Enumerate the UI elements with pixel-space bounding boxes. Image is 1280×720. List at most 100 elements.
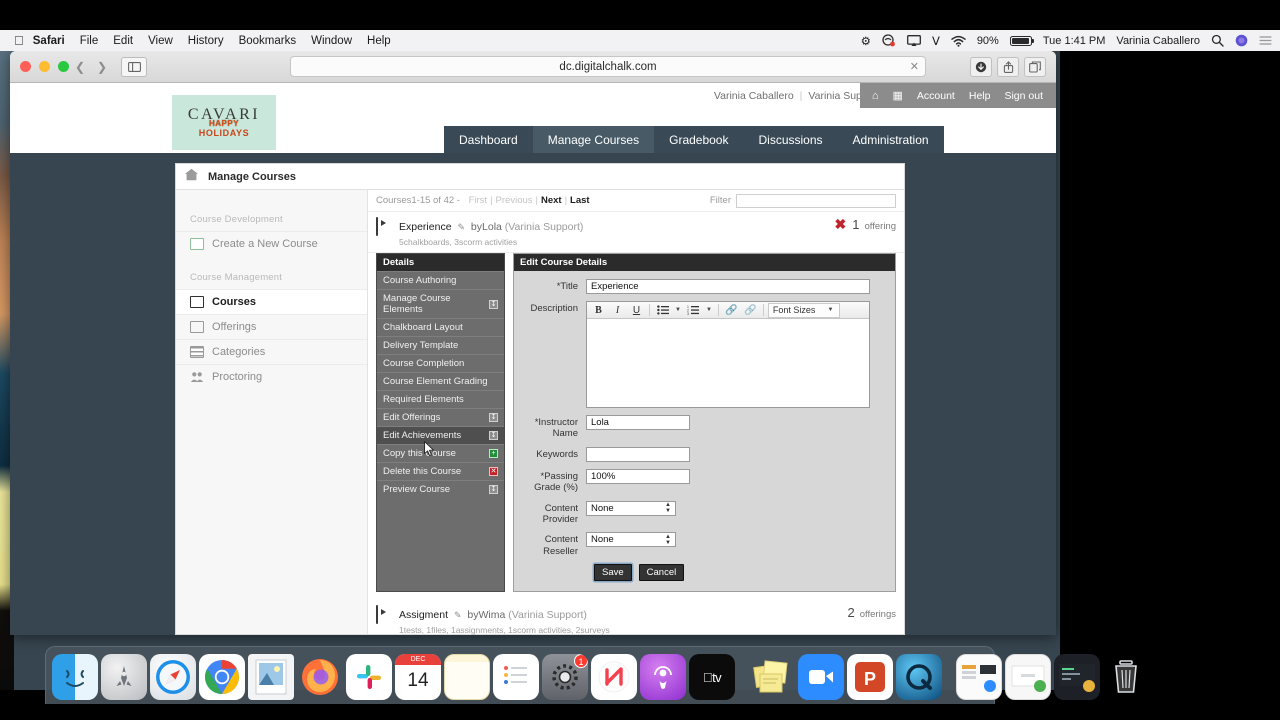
apple-menu-icon[interactable]:  (14, 34, 24, 47)
menu-item-preview-course[interactable]: Preview Course ↧ (377, 480, 504, 498)
dock-item-finder[interactable] (52, 654, 98, 700)
macos-menu-bar[interactable]:  Safari File Edit View History Bookmark… (0, 30, 1280, 51)
account-link[interactable]: Account (917, 90, 955, 102)
site-logo[interactable]: CAVARI HAPPY HOLIDAYS (172, 95, 276, 150)
dropbox-icon[interactable] (882, 34, 896, 47)
cancel-button[interactable]: Cancel (638, 564, 685, 582)
chevron-down-icon[interactable]: ▼ (704, 307, 714, 313)
keywords-input[interactable] (586, 446, 690, 462)
font-sizes-select[interactable]: Font Sizes ▼ (767, 302, 841, 318)
menu-item-course-completion[interactable]: Course Completion (377, 354, 504, 372)
clock-label[interactable]: Tue 1:41 PM (1043, 35, 1106, 47)
home-icon[interactable] (184, 168, 199, 186)
dock-item-calendar[interactable]: DEC 14 (395, 654, 441, 700)
menu-item-window[interactable]: Window (311, 35, 352, 47)
dock-item-launchpad[interactable] (101, 654, 147, 700)
nav-gradebook[interactable]: Gradebook (654, 126, 743, 153)
sidebar-item-create-a-new-course[interactable]: Create a New Course (176, 231, 367, 256)
menu-item-delivery-template[interactable]: Delivery Template (377, 336, 504, 354)
table-row[interactable]: Experience ✎ byLola (Varinia Support) 5c… (368, 212, 904, 254)
nav-administration[interactable]: Administration (838, 126, 944, 153)
dock-item-podcasts[interactable] (640, 654, 686, 700)
menu-item-edit-achievements[interactable]: Edit Achievements ↧ (377, 426, 504, 445)
course-name[interactable]: Experience (399, 221, 452, 233)
sidebar-item-categories[interactable]: Categories (176, 339, 367, 364)
sign-out-link[interactable]: Sign out (1004, 90, 1043, 102)
dock-item-chrome[interactable] (199, 654, 245, 700)
menu-item-edit-offerings[interactable]: Edit Offerings ↧ (377, 408, 504, 426)
menu-item-copy-this-course[interactable]: Copy this Course + (377, 444, 504, 462)
dock-item-slack[interactable] (346, 654, 392, 700)
dock-item-news[interactable] (591, 654, 637, 700)
pager-next[interactable]: Next (541, 195, 562, 206)
menu-item-file[interactable]: File (80, 35, 99, 47)
minimize-window-button[interactable] (39, 61, 50, 72)
menu-item-safari[interactable]: Safari (33, 35, 65, 47)
menu-item-bookmarks[interactable]: Bookmarks (239, 35, 297, 47)
menubar-user-label[interactable]: Varinia Caballero (1116, 35, 1200, 47)
instructor-input[interactable]: Lola (586, 415, 690, 431)
content-provider-select[interactable]: None ▲ ▼ (586, 500, 676, 516)
menu-item-view[interactable]: View (148, 35, 173, 47)
edit-pencil-icon[interactable]: ✎ (454, 610, 462, 620)
gear-icon[interactable]: ⚙ (861, 34, 871, 48)
menu-item-required-elements[interactable]: Required Elements (377, 390, 504, 408)
share-icon[interactable] (997, 56, 1019, 77)
home-icon[interactable]: ⌂ (872, 90, 879, 102)
pager-last[interactable]: Last (570, 195, 590, 206)
sidebar-toggle-button[interactable] (121, 56, 147, 77)
downloads-icon[interactable] (970, 56, 992, 77)
passing-grade-input[interactable]: 100% (586, 468, 690, 484)
edit-pencil-icon[interactable]: ✎ (457, 222, 465, 232)
close-icon[interactable]: ✖ (835, 217, 847, 231)
close-window-button[interactable] (20, 61, 31, 72)
bullet-list-icon[interactable] (654, 303, 671, 318)
dock-item-notes[interactable] (444, 654, 490, 700)
dock-item-minimized-window-1[interactable] (956, 654, 1002, 700)
dock-item-powerpoint[interactable]: P (847, 654, 893, 700)
forward-button[interactable]: ❯ (91, 57, 113, 77)
nav-dashboard[interactable]: Dashboard (444, 126, 533, 153)
unlink-icon[interactable]: 🔗 (742, 303, 759, 318)
italic-button[interactable]: I (609, 303, 626, 318)
close-icon[interactable]: ✕ (910, 60, 919, 73)
search-icon[interactable] (1211, 34, 1224, 47)
dock-item-zoom[interactable] (798, 654, 844, 700)
tab-overview-icon[interactable] (1024, 56, 1046, 77)
save-button[interactable]: Save (594, 564, 632, 582)
filter-input[interactable] (736, 193, 896, 208)
dock-item-minimized-window-3[interactable] (1054, 654, 1100, 700)
table-row[interactable]: Assigment ✎ byWima (Varinia Support) 1te… (368, 600, 904, 635)
dock-item-firefox[interactable] (297, 654, 343, 700)
airplay-icon[interactable] (906, 34, 921, 47)
link-icon[interactable]: 🔗 (723, 303, 740, 318)
battery-icon[interactable] (1009, 35, 1035, 46)
back-button[interactable]: ❮ (69, 57, 91, 77)
nav-manage-courses[interactable]: Manage Courses (532, 126, 655, 153)
menu-item-manage-course-elements[interactable]: Manage Course Elements ↧ (377, 289, 504, 318)
menu-item-help[interactable]: Help (367, 35, 391, 47)
wifi-icon[interactable] (951, 35, 966, 47)
numbered-list-icon[interactable]: 1 2 3 (685, 303, 702, 318)
course-name[interactable]: Assigment (399, 609, 448, 621)
dock-item-safari[interactable] (150, 654, 196, 700)
dock-item-preview[interactable] (248, 654, 294, 700)
window-controls[interactable] (20, 61, 69, 72)
bluetooth-icon[interactable]: ꓦ (932, 34, 940, 48)
address-bar[interactable]: dc.digitalchalk.com ✕ (290, 56, 926, 77)
description-textarea[interactable] (587, 319, 869, 408)
menu-item-history[interactable]: History (188, 35, 224, 47)
menu-item-edit[interactable]: Edit (113, 35, 133, 47)
dock-item-minimized-window-2[interactable] (1005, 654, 1051, 700)
dock-item-reminders[interactable] (493, 654, 539, 700)
underline-button[interactable]: U (628, 303, 645, 318)
card-icon[interactable]: ▦ (893, 89, 903, 102)
menu-item-delete-this-course[interactable]: Delete this Course ✕ (377, 462, 504, 480)
bold-button[interactable]: B (590, 303, 607, 318)
help-link[interactable]: Help (969, 90, 991, 102)
dock-item-apple-tv[interactable]: tv (689, 654, 735, 700)
dock-item-trash[interactable] (1103, 654, 1149, 700)
menu-item-chalkboard-layout[interactable]: Chalkboard Layout (377, 318, 504, 336)
menu-item-course-authoring[interactable]: Course Authoring (377, 271, 504, 289)
content-reseller-select[interactable]: None ▲ ▼ (586, 532, 676, 548)
